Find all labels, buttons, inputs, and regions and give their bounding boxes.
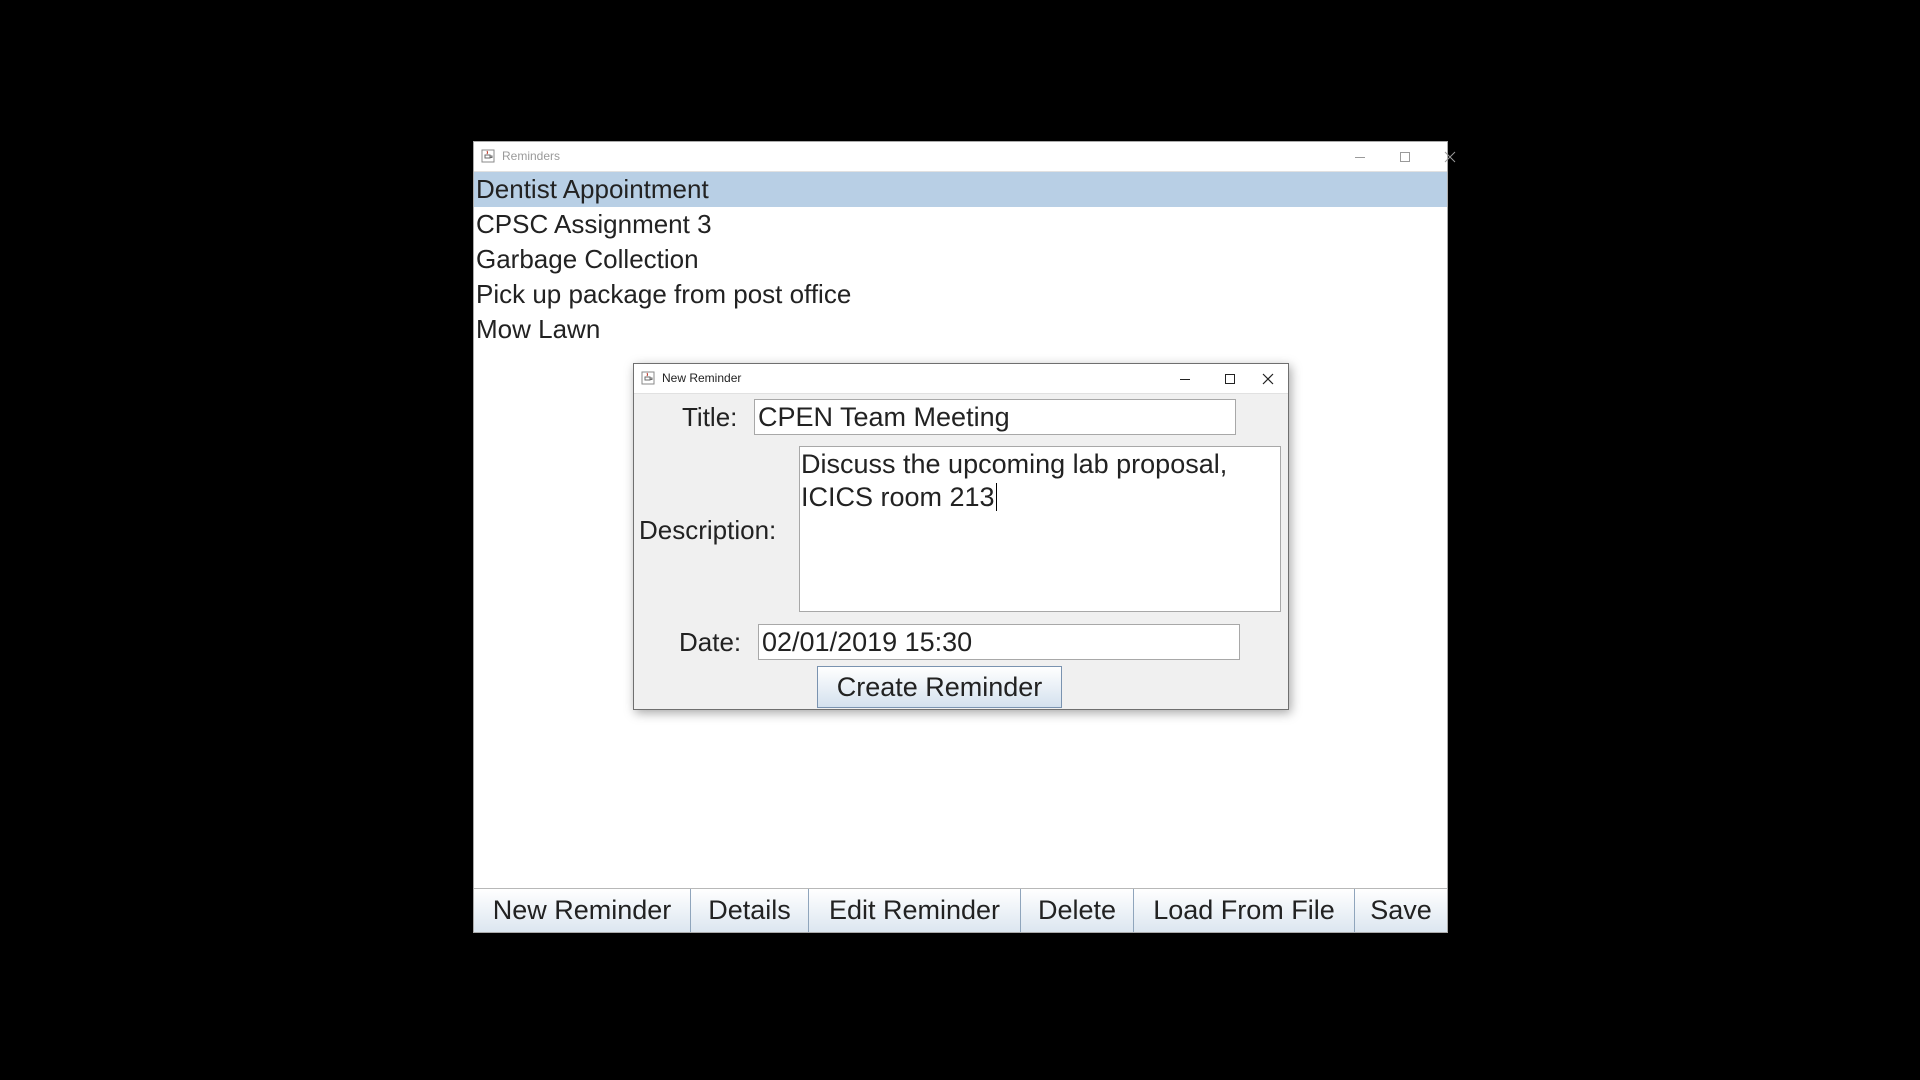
close-icon <box>1444 151 1456 162</box>
list-item[interactable]: CPSC Assignment 3 <box>474 207 1447 242</box>
description-textarea[interactable]: Discuss the upcoming lab proposal, ICICS… <box>799 446 1281 612</box>
dialog-title: New Reminder <box>662 371 742 385</box>
edit-reminder-button[interactable]: Edit Reminder <box>809 889 1021 932</box>
maximize-icon <box>1225 373 1235 384</box>
close-button[interactable] <box>1428 142 1472 171</box>
dialog-title-bar[interactable]: New Reminder <box>634 364 1288 394</box>
title-label: Title: <box>682 402 738 432</box>
date-field[interactable]: 02/01/2019 15:30 <box>758 624 1240 660</box>
load-from-file-button[interactable]: Load From File <box>1134 889 1355 932</box>
title-field[interactable]: CPEN Team Meeting <box>754 399 1236 435</box>
list-item[interactable]: Pick up package from post office <box>474 277 1447 312</box>
list-item[interactable]: Mow Lawn <box>474 312 1447 347</box>
new-reminder-button[interactable]: New Reminder <box>474 889 691 932</box>
window-title: Reminders <box>502 149 561 163</box>
save-button[interactable]: Save <box>1355 889 1447 932</box>
java-cup-icon <box>481 149 495 163</box>
minimize-icon <box>1180 378 1190 380</box>
delete-button[interactable]: Delete <box>1021 889 1134 932</box>
dialog-minimize-button[interactable] <box>1163 364 1207 393</box>
minimize-button[interactable] <box>1338 142 1382 171</box>
details-button[interactable]: Details <box>691 889 809 932</box>
list-item[interactable]: Garbage Collection <box>474 242 1447 277</box>
title-bar[interactable]: Reminders <box>474 142 1456 172</box>
date-label: Date: <box>679 627 742 657</box>
create-reminder-button[interactable]: Create Reminder <box>817 666 1062 708</box>
description-label: Description: <box>639 515 777 545</box>
java-cup-icon <box>641 371 655 385</box>
text-caret <box>995 483 997 511</box>
button-bar: New Reminder Details Edit Reminder Delet… <box>474 888 1447 932</box>
minimize-icon <box>1355 156 1365 158</box>
list-item[interactable]: Dentist Appointment <box>474 172 1447 207</box>
new-reminder-dialog: New Reminder Title: CPEN Team Meeting De… <box>633 363 1289 710</box>
maximize-button[interactable] <box>1383 142 1427 171</box>
dialog-close-button[interactable] <box>1246 364 1290 393</box>
description-text: Discuss the upcoming lab proposal, ICICS… <box>801 449 1228 512</box>
maximize-icon <box>1400 151 1410 162</box>
close-icon <box>1262 373 1274 384</box>
